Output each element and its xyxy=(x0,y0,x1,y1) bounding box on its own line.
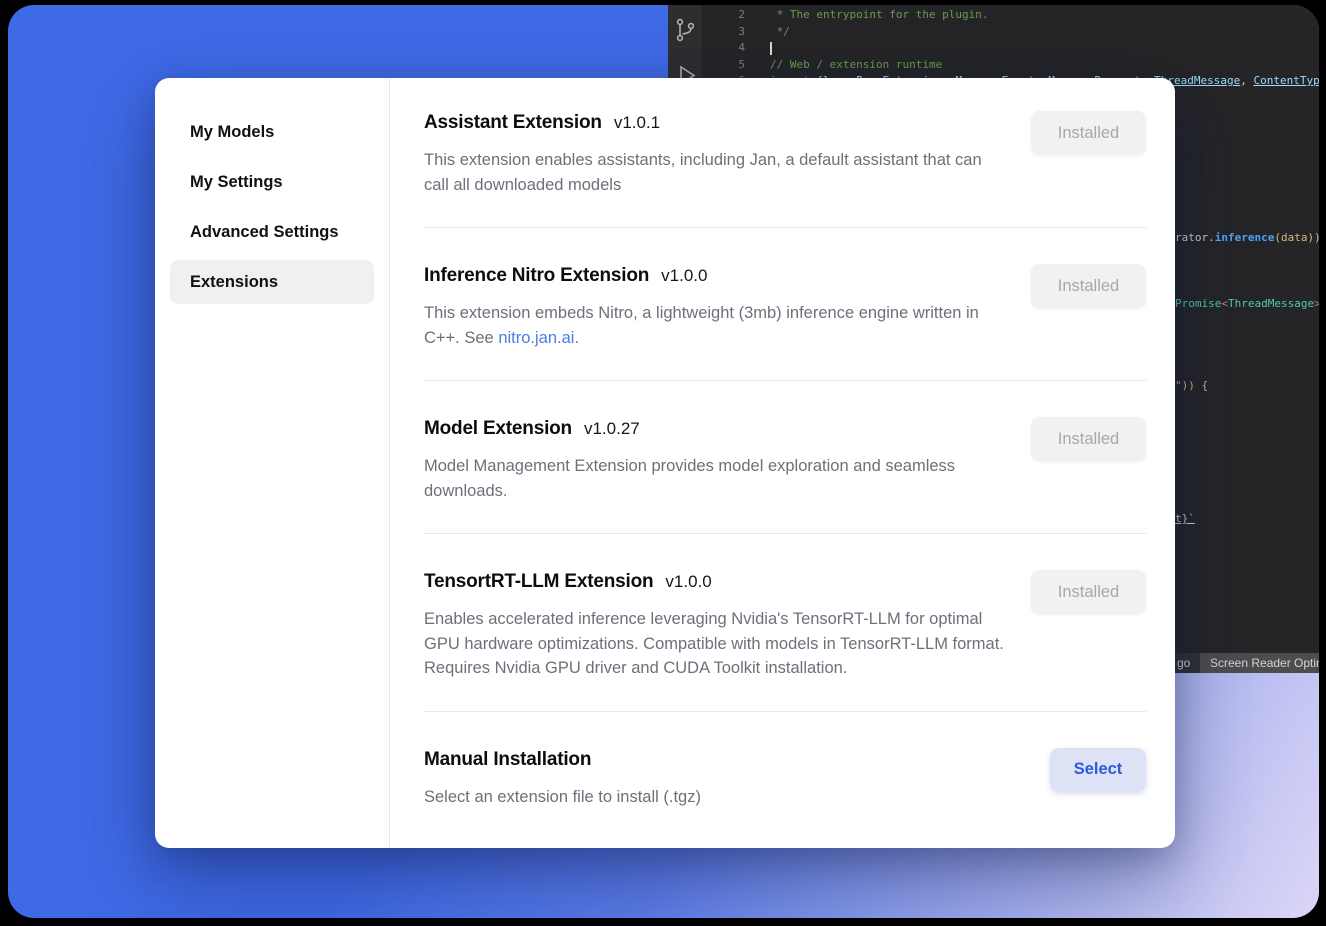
row-divider xyxy=(424,533,1146,534)
code-fragment: Promise<ThreadMessage> xyxy=(1175,296,1319,313)
extension-row-model: Model Extension v1.0.27 Model Management… xyxy=(424,417,1146,503)
installed-button[interactable]: Installed xyxy=(1031,111,1146,155)
installed-button[interactable]: Installed xyxy=(1031,570,1146,614)
extension-description: Select an extension file to install (.tg… xyxy=(424,785,701,810)
sidebar-item-my-models[interactable]: My Models xyxy=(170,110,374,154)
code-fragment: t}` xyxy=(1175,511,1195,528)
screen-reader-optimized-status[interactable]: Screen Reader Optimized xyxy=(1200,653,1319,673)
row-divider xyxy=(424,711,1146,712)
select-file-button[interactable]: Select xyxy=(1050,748,1146,792)
source-control-icon[interactable] xyxy=(673,17,697,43)
extension-name: TensortRT-LLM Extension xyxy=(424,570,653,594)
extension-version: v1.0.0 xyxy=(661,266,707,286)
extension-name: Assistant Extension xyxy=(424,111,602,135)
extension-version: v1.0.0 xyxy=(665,572,711,592)
sidebar-item-advanced-settings[interactable]: Advanced Settings xyxy=(170,210,374,254)
status-bar-text: go xyxy=(1177,653,1190,673)
extensions-panel: Assistant Extension v1.0.1 This extensio… xyxy=(390,78,1175,848)
extension-description: Model Management Extension provides mode… xyxy=(424,454,1009,503)
extension-version: v1.0.27 xyxy=(584,419,640,439)
code-fragment: rator.inference(data)); xyxy=(1175,230,1319,247)
installed-button[interactable]: Installed xyxy=(1031,417,1146,461)
code-fragment: ")) { xyxy=(1175,378,1208,395)
extension-row-tensorrt-llm: TensortRT-LLM Extension v1.0.0 Enables a… xyxy=(424,570,1146,681)
extension-name: Model Extension xyxy=(424,417,572,441)
row-divider xyxy=(424,227,1146,228)
row-divider xyxy=(424,380,1146,381)
installed-button[interactable]: Installed xyxy=(1031,264,1146,308)
settings-sidebar: My Models My Settings Advanced Settings … xyxy=(155,78,390,848)
extension-version: v1.0.1 xyxy=(614,113,660,133)
nitro-jan-ai-link[interactable]: nitro.jan.ai. xyxy=(498,329,579,347)
extension-description: Enables accelerated inference leveraging… xyxy=(424,607,1009,681)
code-right-column: rator.inference(data)); Promise<ThreadMe… xyxy=(1175,5,1319,673)
extension-description: This extension embeds Nitro, a lightweig… xyxy=(424,301,1009,350)
extension-row-assistant: Assistant Extension v1.0.1 This extensio… xyxy=(424,111,1146,197)
text-cursor xyxy=(770,42,772,55)
extension-name: Manual Installation xyxy=(424,748,591,772)
extension-row-manual-installation: Manual Installation Select an extension … xyxy=(424,748,1146,810)
sidebar-item-extensions[interactable]: Extensions xyxy=(170,260,374,304)
extension-description: This extension enables assistants, inclu… xyxy=(424,148,1009,197)
desktop-wallpaper: 2 * The entrypoint for the plugin. 3 */ … xyxy=(8,5,1319,918)
sidebar-item-my-settings[interactable]: My Settings xyxy=(170,160,374,204)
extension-name: Inference Nitro Extension xyxy=(424,264,649,288)
extension-row-inference-nitro: Inference Nitro Extension v1.0.0 This ex… xyxy=(424,264,1146,350)
settings-modal: My Models My Settings Advanced Settings … xyxy=(155,78,1175,848)
